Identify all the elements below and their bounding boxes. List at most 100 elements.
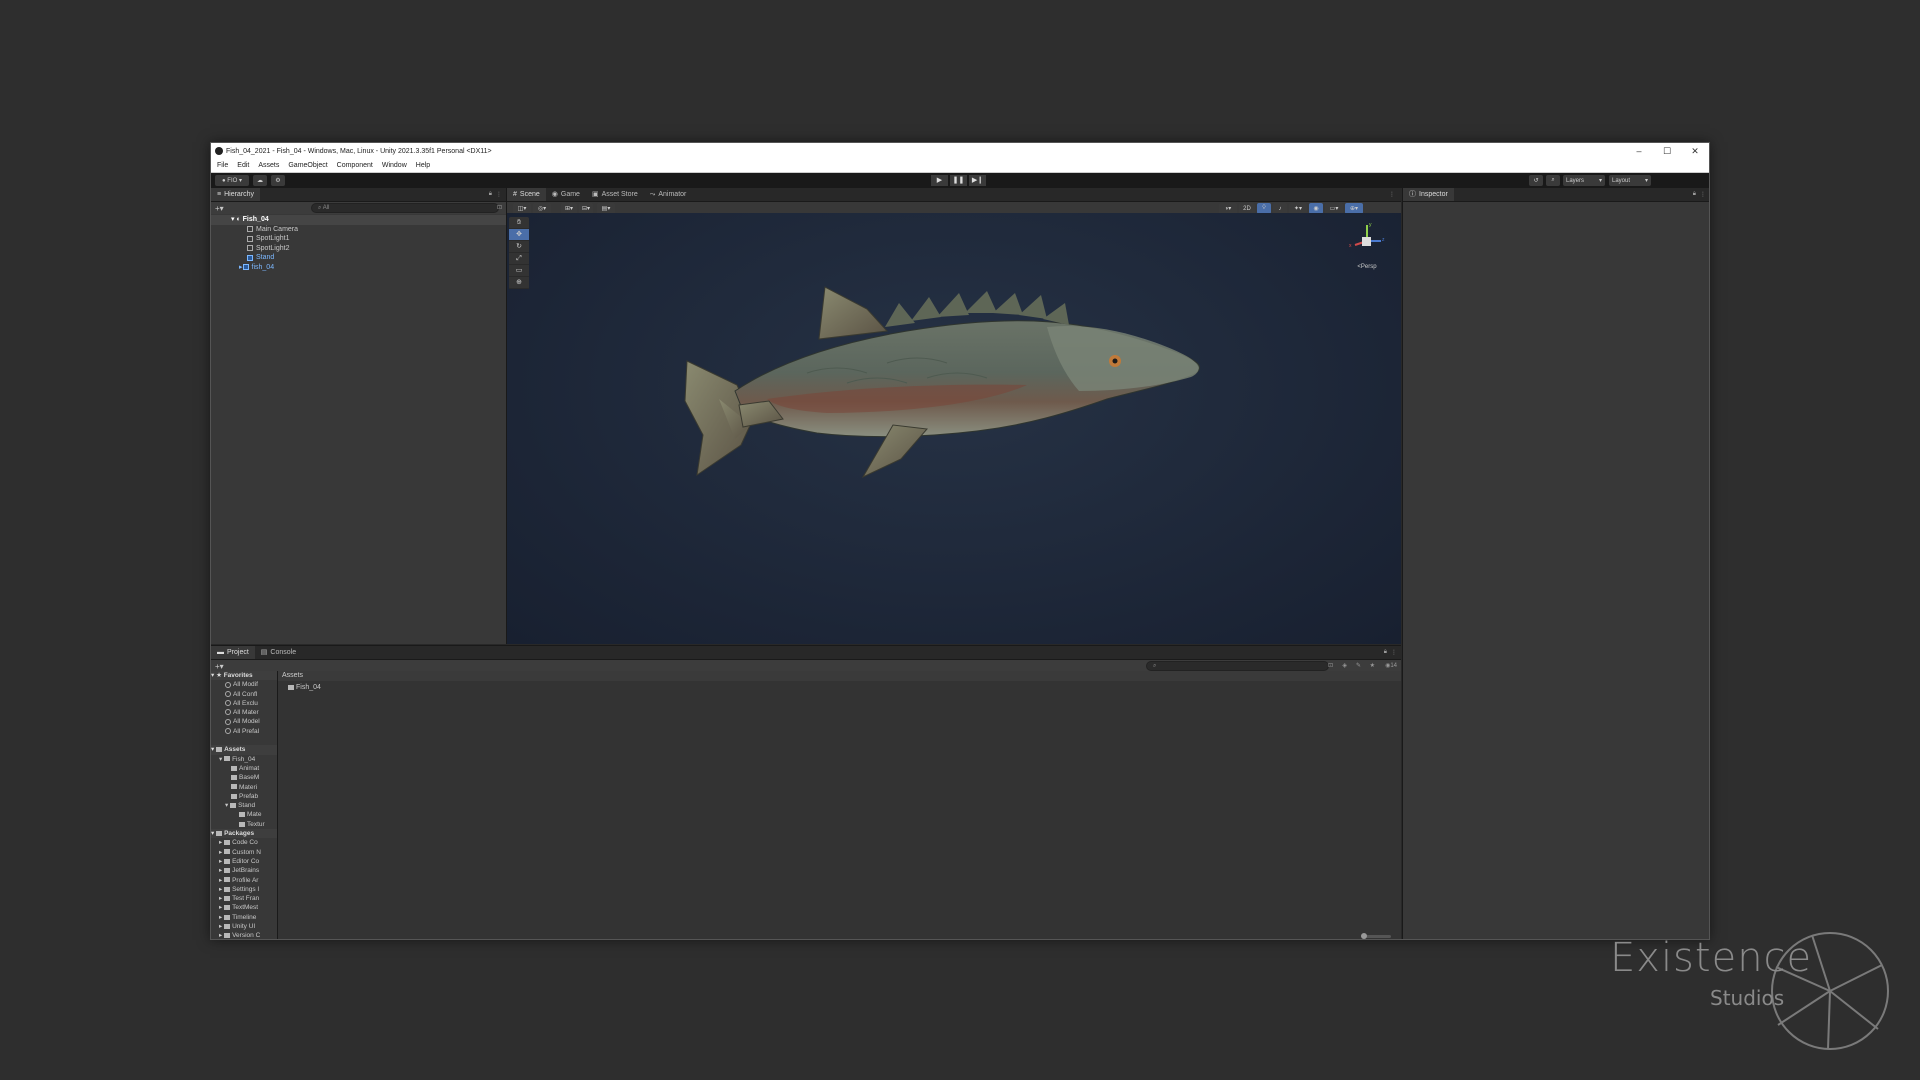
favorite-item[interactable]: All Confl [211, 690, 277, 699]
more-menu-icon[interactable]: ⋮ [1700, 191, 1706, 198]
filter-type-icon[interactable]: ⊡ [1328, 662, 1333, 669]
menu-gameobject[interactable]: GameObject [288, 162, 327, 169]
menu-file[interactable]: File [217, 162, 228, 169]
assets-header[interactable]: ▾ Assets [211, 745, 277, 755]
folder-icon [216, 830, 223, 836]
package-item[interactable]: ▸ Test Fran [211, 894, 277, 903]
favorite-item[interactable]: All Model [211, 717, 277, 726]
menu-window[interactable]: Window [382, 162, 407, 169]
package-item[interactable]: ▸ JetBrains [211, 866, 277, 875]
menu-component[interactable]: Component [337, 162, 373, 169]
minimize-button[interactable]: – [1625, 143, 1653, 159]
favorites-header[interactable]: ▾ ★ Favorites [211, 671, 277, 681]
layers-dropdown[interactable]: Layers ▾ [1563, 175, 1605, 186]
orientation-gizmo[interactable]: y x z <Persp [1347, 221, 1387, 271]
star-icon[interactable]: ★ [1370, 662, 1375, 669]
package-item[interactable]: ▸ TextMest [211, 903, 277, 912]
tab-animator[interactable]: ⤳ Animator [644, 188, 693, 201]
hierarchy-item-main-camera[interactable]: Main Camera [211, 225, 506, 235]
tab-hierarchy[interactable]: ≡ Hierarchy [211, 188, 261, 201]
hierarchy-item-stand[interactable]: Stand [211, 253, 506, 263]
breadcrumb[interactable]: Assets [278, 671, 1401, 681]
more-menu-icon[interactable]: ⋮ [1391, 649, 1397, 656]
slider-handle[interactable] [1361, 933, 1367, 939]
create-button[interactable]: +▾ [215, 662, 224, 671]
history-icon[interactable]: ↺ [1529, 175, 1543, 186]
package-item[interactable]: ▸ Version C [211, 931, 277, 939]
tree-folder[interactable]: ▾ Stand [211, 801, 277, 810]
prefab-icon [247, 254, 253, 261]
hierarchy-search-input[interactable]: ⌕ All [311, 203, 499, 213]
step-button[interactable]: ▶❙ [969, 175, 986, 186]
asset-item-fish-04[interactable]: Fish_04 [278, 681, 1401, 694]
package-item[interactable]: ▸ Code Co [211, 838, 277, 847]
lock-icon[interactable]: 🔒︎ [1693, 191, 1696, 198]
tab-project[interactable]: ▬ Project [211, 646, 255, 659]
info-icon: ⓘ [1409, 191, 1416, 198]
package-item[interactable]: ▸ Unity UI [211, 922, 277, 931]
folder-icon [224, 933, 231, 939]
hierarchy-item-spotlight1[interactable]: SpotLight1 [211, 234, 506, 244]
fish-model[interactable] [507, 213, 1401, 644]
packages-header[interactable]: ▾ Packages [211, 829, 277, 839]
hierarchy-item-fish-04-scene[interactable]: ▾ ◐ Fish_04 [211, 215, 506, 225]
favorite-icon[interactable]: ✎ [1356, 662, 1361, 669]
lock-icon[interactable]: 🔒︎ [1384, 649, 1387, 656]
filter-icon[interactable]: ⊡ [497, 204, 502, 211]
filter-label-icon[interactable]: ◈ [1342, 662, 1347, 669]
tab-inspector[interactable]: ⓘ Inspector [1403, 188, 1454, 201]
favorite-item[interactable]: All Mater [211, 708, 277, 717]
favorite-item[interactable]: All Prefal [211, 727, 277, 736]
perspective-label[interactable]: <Persp [1347, 264, 1387, 270]
tree-folder[interactable]: Textur [211, 820, 277, 829]
icon-size-slider[interactable] [1361, 933, 1391, 939]
add-button[interactable]: +▾ [215, 204, 224, 213]
account-dropdown[interactable]: ● FIO ▾ [215, 175, 249, 186]
tree-folder[interactable]: BaseM [211, 773, 277, 782]
package-item[interactable]: ▸ Profile Ar [211, 876, 277, 885]
main-toolbar: ● FIO ▾ ☁ ⚙ ▶ ❚❚ ▶❙ ↺ ⌕ Layers ▾ Layout ▾ [211, 173, 1709, 188]
tab-console[interactable]: ▤ Console [255, 646, 302, 659]
lock-icon[interactable]: 🔒︎ [489, 191, 492, 198]
cloud-icon[interactable]: ☁ [253, 175, 267, 186]
play-button[interactable]: ▶ [931, 175, 948, 186]
package-item[interactable]: ▸ Settings I [211, 885, 277, 894]
scene-viewport[interactable]: ✋︎ ✥ ↻ ⤢ ▭ ⊕ y x z <Persp [507, 213, 1401, 644]
gizmo-axis-x: x [1349, 243, 1352, 249]
favorite-item[interactable]: All Modif [211, 680, 277, 689]
star-icon: ▾ ★ [211, 672, 224, 679]
tree-folder[interactable]: Mate [211, 810, 277, 819]
hidden-packages-count[interactable]: ◉14 [1385, 662, 1397, 669]
animator-icon: ⤳ [649, 191, 656, 198]
collab-icon[interactable]: ⚙ [271, 175, 285, 186]
gameobject-icon [247, 245, 253, 252]
hierarchy-item-fish-04[interactable]: ▸ fish_04 [211, 263, 506, 273]
pause-button[interactable]: ❚❚ [950, 175, 967, 186]
folder-icon [231, 784, 237, 790]
package-item[interactable]: ▸ Timeline [211, 913, 277, 922]
more-menu-icon[interactable]: ⋮ [496, 191, 502, 198]
tree-folder[interactable]: ▾ Fish_04 [211, 755, 277, 764]
tab-game[interactable]: ◉ Game [546, 188, 586, 201]
favorite-item[interactable]: All Exclu [211, 699, 277, 708]
hierarchy-panel: ≡ Hierarchy 🔒︎ ⋮ +▾ ⌕ All ⊡ ▾ ◐ Fish_04 M… [211, 188, 507, 644]
package-item[interactable]: ▸ Editor Co [211, 857, 277, 866]
chevron-down-icon: ▾ [1644, 178, 1648, 184]
search-icon[interactable]: ⌕ [1546, 175, 1560, 186]
tree-folder[interactable]: Prefab [211, 792, 277, 801]
hierarchy-item-spotlight2[interactable]: SpotLight2 [211, 244, 506, 254]
tab-asset-store[interactable]: ▣ Asset Store [586, 188, 644, 201]
tab-scene[interactable]: # Scene [507, 188, 546, 201]
menu-help[interactable]: Help [416, 162, 430, 169]
package-item[interactable]: ▸ Custom N [211, 848, 277, 857]
tree-folder[interactable]: Materi [211, 783, 277, 792]
project-search-input[interactable]: ⌕ [1146, 661, 1329, 671]
close-button[interactable]: ✕ [1681, 143, 1709, 159]
menu-edit[interactable]: Edit [237, 162, 249, 169]
menu-assets[interactable]: Assets [258, 162, 279, 169]
layout-dropdown[interactable]: Layout ▾ [1609, 175, 1651, 186]
maximize-button[interactable]: ☐ [1653, 143, 1681, 159]
gizmo-axis-y: y [1369, 222, 1372, 228]
more-menu-icon[interactable]: ⋮ [1389, 191, 1395, 198]
tree-folder[interactable]: Animat [211, 764, 277, 773]
